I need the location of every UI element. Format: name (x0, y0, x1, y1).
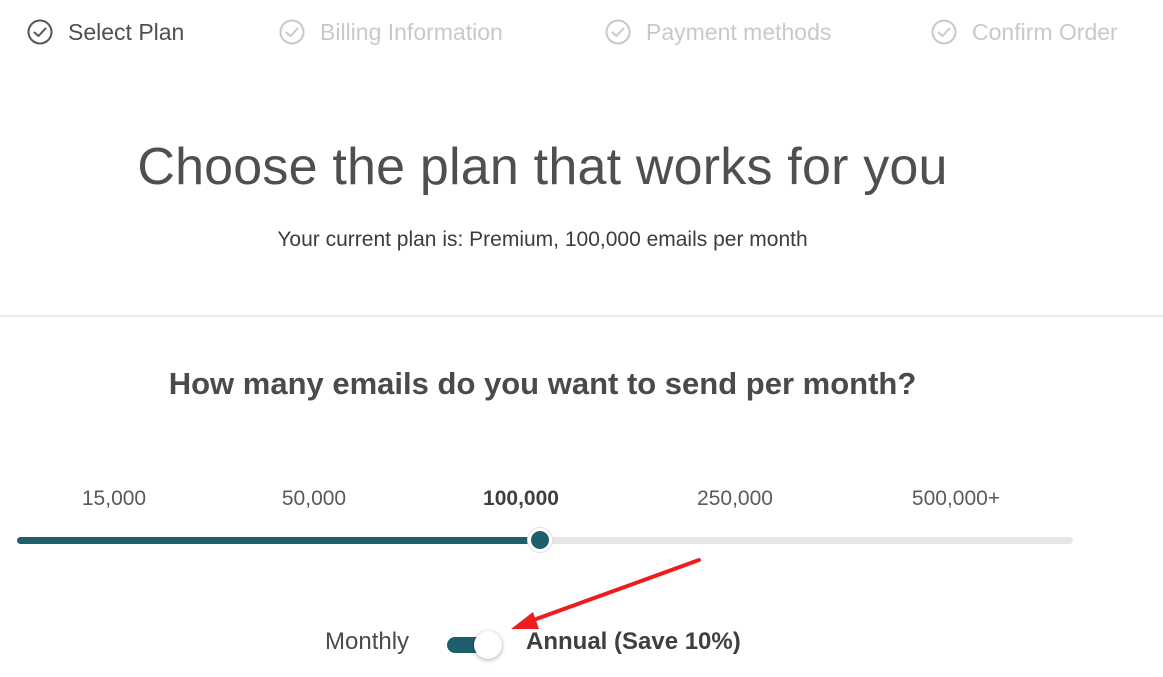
slider-thumb[interactable] (528, 528, 552, 552)
step-label: Select Plan (68, 18, 185, 45)
step-label: Billing Information (320, 18, 503, 45)
volume-option-50000[interactable]: 50,000 (244, 487, 384, 511)
annotation-arrow (511, 558, 701, 629)
current-plan-text: Your current plan is: Premium, 100,000 e… (277, 228, 808, 251)
plan-selection-page: Select Plan Billing Information Payment … (0, 0, 1163, 677)
step-confirm-order[interactable]: Confirm Order (930, 18, 1118, 46)
section-divider (0, 315, 1163, 317)
step-billing-information[interactable]: Billing Information (278, 18, 503, 46)
volume-option-100000[interactable]: 100,000 (451, 487, 591, 511)
checkout-stepper: Select Plan Billing Information Payment … (0, 0, 1163, 70)
slider-track-fill (17, 537, 540, 544)
email-volume-question: How many emails do you want to send per … (168, 366, 917, 401)
check-circle-icon (931, 19, 957, 45)
check-circle-icon (605, 19, 631, 45)
check-circle-icon (279, 19, 305, 45)
volume-option-250000[interactable]: 250,000 (665, 487, 805, 511)
switch-knob (474, 631, 502, 659)
step-label: Payment methods (646, 18, 832, 45)
check-circle-icon (27, 19, 53, 45)
step-select-plan[interactable]: Select Plan (26, 18, 184, 46)
billing-period-switch[interactable] (447, 631, 505, 659)
monthly-label[interactable]: Monthly (325, 628, 409, 656)
page-title: Choose the plan that works for you (137, 138, 948, 196)
step-label: Confirm Order (972, 18, 1118, 45)
annual-label[interactable]: Annual (Save 10%) (526, 628, 741, 656)
volume-option-500000[interactable]: 500,000+ (886, 487, 1026, 511)
volume-option-15000[interactable]: 15,000 (44, 487, 184, 511)
step-payment-methods[interactable]: Payment methods (604, 18, 831, 46)
